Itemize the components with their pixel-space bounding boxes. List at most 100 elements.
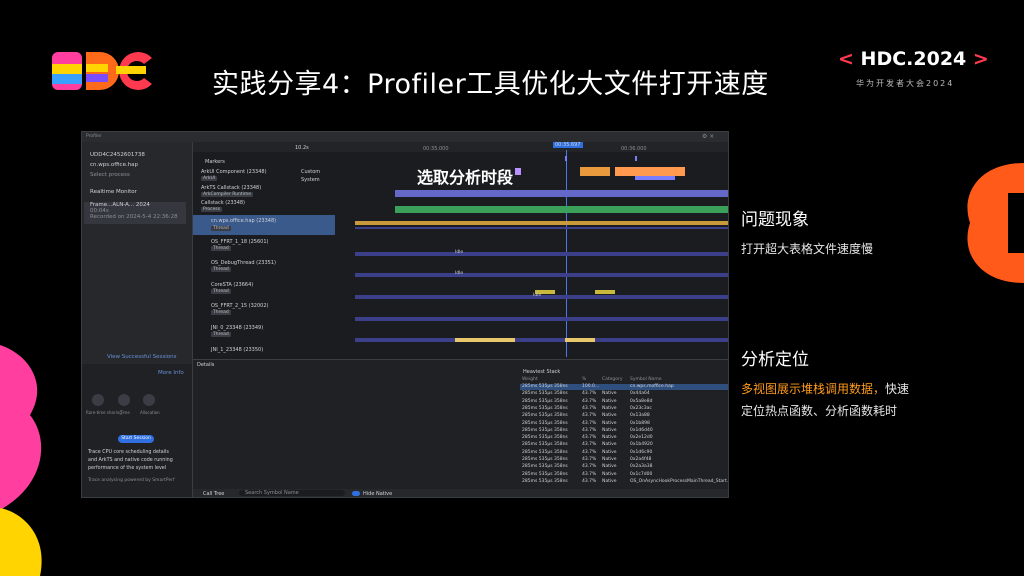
col-percent[interactable]: % [582, 377, 586, 382]
row-debug-thread[interactable]: OS_DebugThread (23351) [211, 260, 276, 266]
row-callstack[interactable]: Callstack (23348) [201, 200, 245, 206]
row-ffrt-2[interactable]: OS_FFRT_2_15 (32002) [211, 303, 268, 309]
col-symbol[interactable]: Symbol Name [630, 377, 661, 382]
callstack-track [395, 206, 728, 213]
details-panel: Details Heaviest Stack Weight % Category… [193, 359, 728, 497]
table-cell: Native [602, 449, 617, 455]
call-tree-tab[interactable]: Call Tree [203, 491, 224, 497]
table-cell: cn.wps.moffice.hap [630, 384, 674, 389]
table-row[interactable]: 285ms 535μs 358ns 43.7% Native 0x2a3a38 [520, 464, 728, 470]
tag-ffrt-2: Thread [211, 310, 231, 315]
table-row[interactable]: 285ms 535μs 358ns 43.7% Native 0x1b4920 [520, 442, 728, 448]
window-titlebar: Profiler ⚙ × [82, 132, 728, 142]
table-row[interactable]: 285ms 535μs 358ns 43.7% Native 0x13a88 [520, 413, 728, 419]
system-label: System [301, 177, 320, 183]
selected-row[interactable]: cn.wps.office.hap (23348) Thread [193, 215, 335, 235]
table-row[interactable]: 285ms 535μs 358ns 43.7% Native 0x1c7d00 [520, 472, 728, 478]
table-cell: 43.7% [582, 449, 597, 455]
table-cell: 0x13a88 [630, 413, 650, 419]
realtime-monitor-item[interactable]: Realtime Monitor [90, 189, 137, 195]
table-cell: 43.7% [582, 457, 597, 462]
timeline-area: 10.2s 00:35.000 00:36.000 00:35.697 Mark… [193, 142, 728, 497]
timeline-tracks[interactable] [335, 152, 728, 359]
row-arkts[interactable]: ArkTS Callstack (23348) [201, 185, 261, 191]
brand-bracket-left: < [838, 48, 854, 70]
app-select[interactable]: cn.wps.office.hap [90, 162, 138, 168]
time-icon[interactable] [118, 394, 130, 406]
table-row[interactable]: 285ms 535μs 358ns 43.7% Native 0x1d6d40 [520, 428, 728, 434]
table-row[interactable]: 285ms 535μs 358ns 43.7% Native 0x5a8e8d [520, 399, 728, 405]
table-cell: Native [602, 457, 617, 462]
row-jni-1[interactable]: JNI_1_23348 (23350) [211, 347, 263, 353]
table-cell: 43.7% [582, 435, 597, 441]
table-cell: 285ms 535μs 358ns [522, 449, 568, 455]
arkui-track [515, 167, 685, 180]
col-weight[interactable]: Weight [522, 377, 538, 382]
table-cell: 0x1b4920 [630, 442, 653, 448]
share-icon[interactable] [92, 394, 104, 406]
hide-native-label: Hide Native [363, 491, 393, 497]
details-footer: Call Tree Search Symbol Name Hide Native [193, 489, 728, 497]
table-cell: 0x2e12d0 [630, 435, 653, 441]
marker-track [565, 156, 637, 161]
table-row[interactable]: 285ms 535μs 358ns 43.7% Native 0x44a64 [520, 391, 728, 397]
row-ffrt-1[interactable]: OS_FFRT_1_18 (25601) [211, 239, 268, 245]
row-coresta[interactable]: CoreSTA (23664) [211, 282, 253, 288]
table-row[interactable]: 285ms 535μs 358ns 100.0... cn.wps.moffice.… [520, 384, 728, 390]
process-select[interactable]: Select process [90, 172, 130, 178]
table-row[interactable]: 285ms 535μs 358ns 43.7% Native OS_OnAsyncHo… [520, 479, 728, 485]
symbol-search-input[interactable]: Search Symbol Name [239, 490, 345, 496]
table-cell: Native [602, 464, 617, 470]
session-item[interactable]: Frame...ALN-A... 2024 00:04s Recorded on… [84, 202, 186, 224]
idle-label-2: Idle [455, 271, 464, 276]
row-jni-0[interactable]: JNI_0_23348 (23349) [211, 325, 263, 331]
section2-line1: 多视图展示堆栈调用数据，快速 [741, 380, 909, 397]
time-scale-label: 10.2s [295, 145, 309, 151]
col-category[interactable]: Category [602, 377, 623, 382]
desc-line-3: performance of the system level [88, 466, 167, 471]
table-cell: 285ms 535μs 358ns [522, 413, 568, 419]
table-cell: 285ms 535μs 358ns [522, 471, 568, 477]
arkts-track [395, 190, 728, 197]
table-cell: 0x2a3a38 [630, 464, 653, 470]
table-cell: 0x1c7d00 [630, 471, 653, 477]
table-cell: 0x1d6d40 [630, 427, 653, 433]
orange-shape-decoration [967, 163, 1024, 283]
table-cell: OS_OnAsyncHookProcessMainThread_Start... [630, 478, 729, 484]
table-cell: Native [602, 427, 617, 433]
table-cell: 0x5a8e8d [630, 398, 653, 404]
table-cell: 43.7% [582, 427, 597, 433]
more-info-link[interactable]: More Info [158, 370, 184, 376]
table-row[interactable]: 285ms 535μs 358ns 43.7% Native 0x1b898 [520, 421, 728, 427]
table-cell: Native [602, 471, 617, 477]
coresta-track [355, 290, 728, 299]
table-row[interactable]: 285ms 535μs 358ns 43.7% Native 0x2a4f48 [520, 457, 728, 463]
table-row[interactable]: 285ms 535μs 358ns 43.7% Native 0x2e12d0 [520, 435, 728, 441]
window-title: Profiler [86, 134, 102, 139]
profiler-window: Profiler ⚙ × UDD4C2452601738 cn.wps.offi… [81, 131, 729, 498]
brand-bracket-right: > [972, 48, 989, 70]
tag-ffrt-1: Thread [211, 246, 231, 251]
table-cell: 43.7% [582, 471, 597, 477]
table-cell: Native [602, 413, 617, 419]
table-cell: 285ms 535μs 358ns [522, 478, 568, 484]
hide-native-toggle[interactable] [352, 491, 360, 496]
start-session-button[interactable]: Start Session [118, 435, 154, 443]
ffrt1-track [355, 252, 728, 256]
window-controls[interactable]: ⚙ × [702, 133, 714, 140]
table-cell: 285ms 535μs 358ns [522, 391, 568, 397]
device-select[interactable]: UDD4C2452601738 [90, 152, 145, 158]
session-recorded: Recorded on 2024-5-4 22:36:28 [90, 214, 178, 220]
section1-title: 问题现象 [741, 210, 809, 230]
table-row[interactable]: 285ms 535μs 358ns 43.7% Native 0x23c3ac [520, 406, 728, 412]
table-cell: 43.7% [582, 391, 597, 397]
table-cell: 0x44a64 [630, 391, 650, 397]
row-arkui[interactable]: ArkUI Component (23348) [201, 169, 267, 175]
jni0-track [355, 338, 728, 342]
table-header: Weight % Category Symbol Name [520, 377, 728, 383]
desc-line-2: and ArkTS and native code running [88, 458, 173, 463]
allocation-icon[interactable] [143, 394, 155, 406]
table-row[interactable]: 285ms 535μs 358ns 43.7% Native 0x1d6c90 [520, 450, 728, 456]
view-sessions-link[interactable]: View Successful Sessions [107, 354, 177, 360]
details-tab[interactable]: Details [197, 362, 214, 368]
